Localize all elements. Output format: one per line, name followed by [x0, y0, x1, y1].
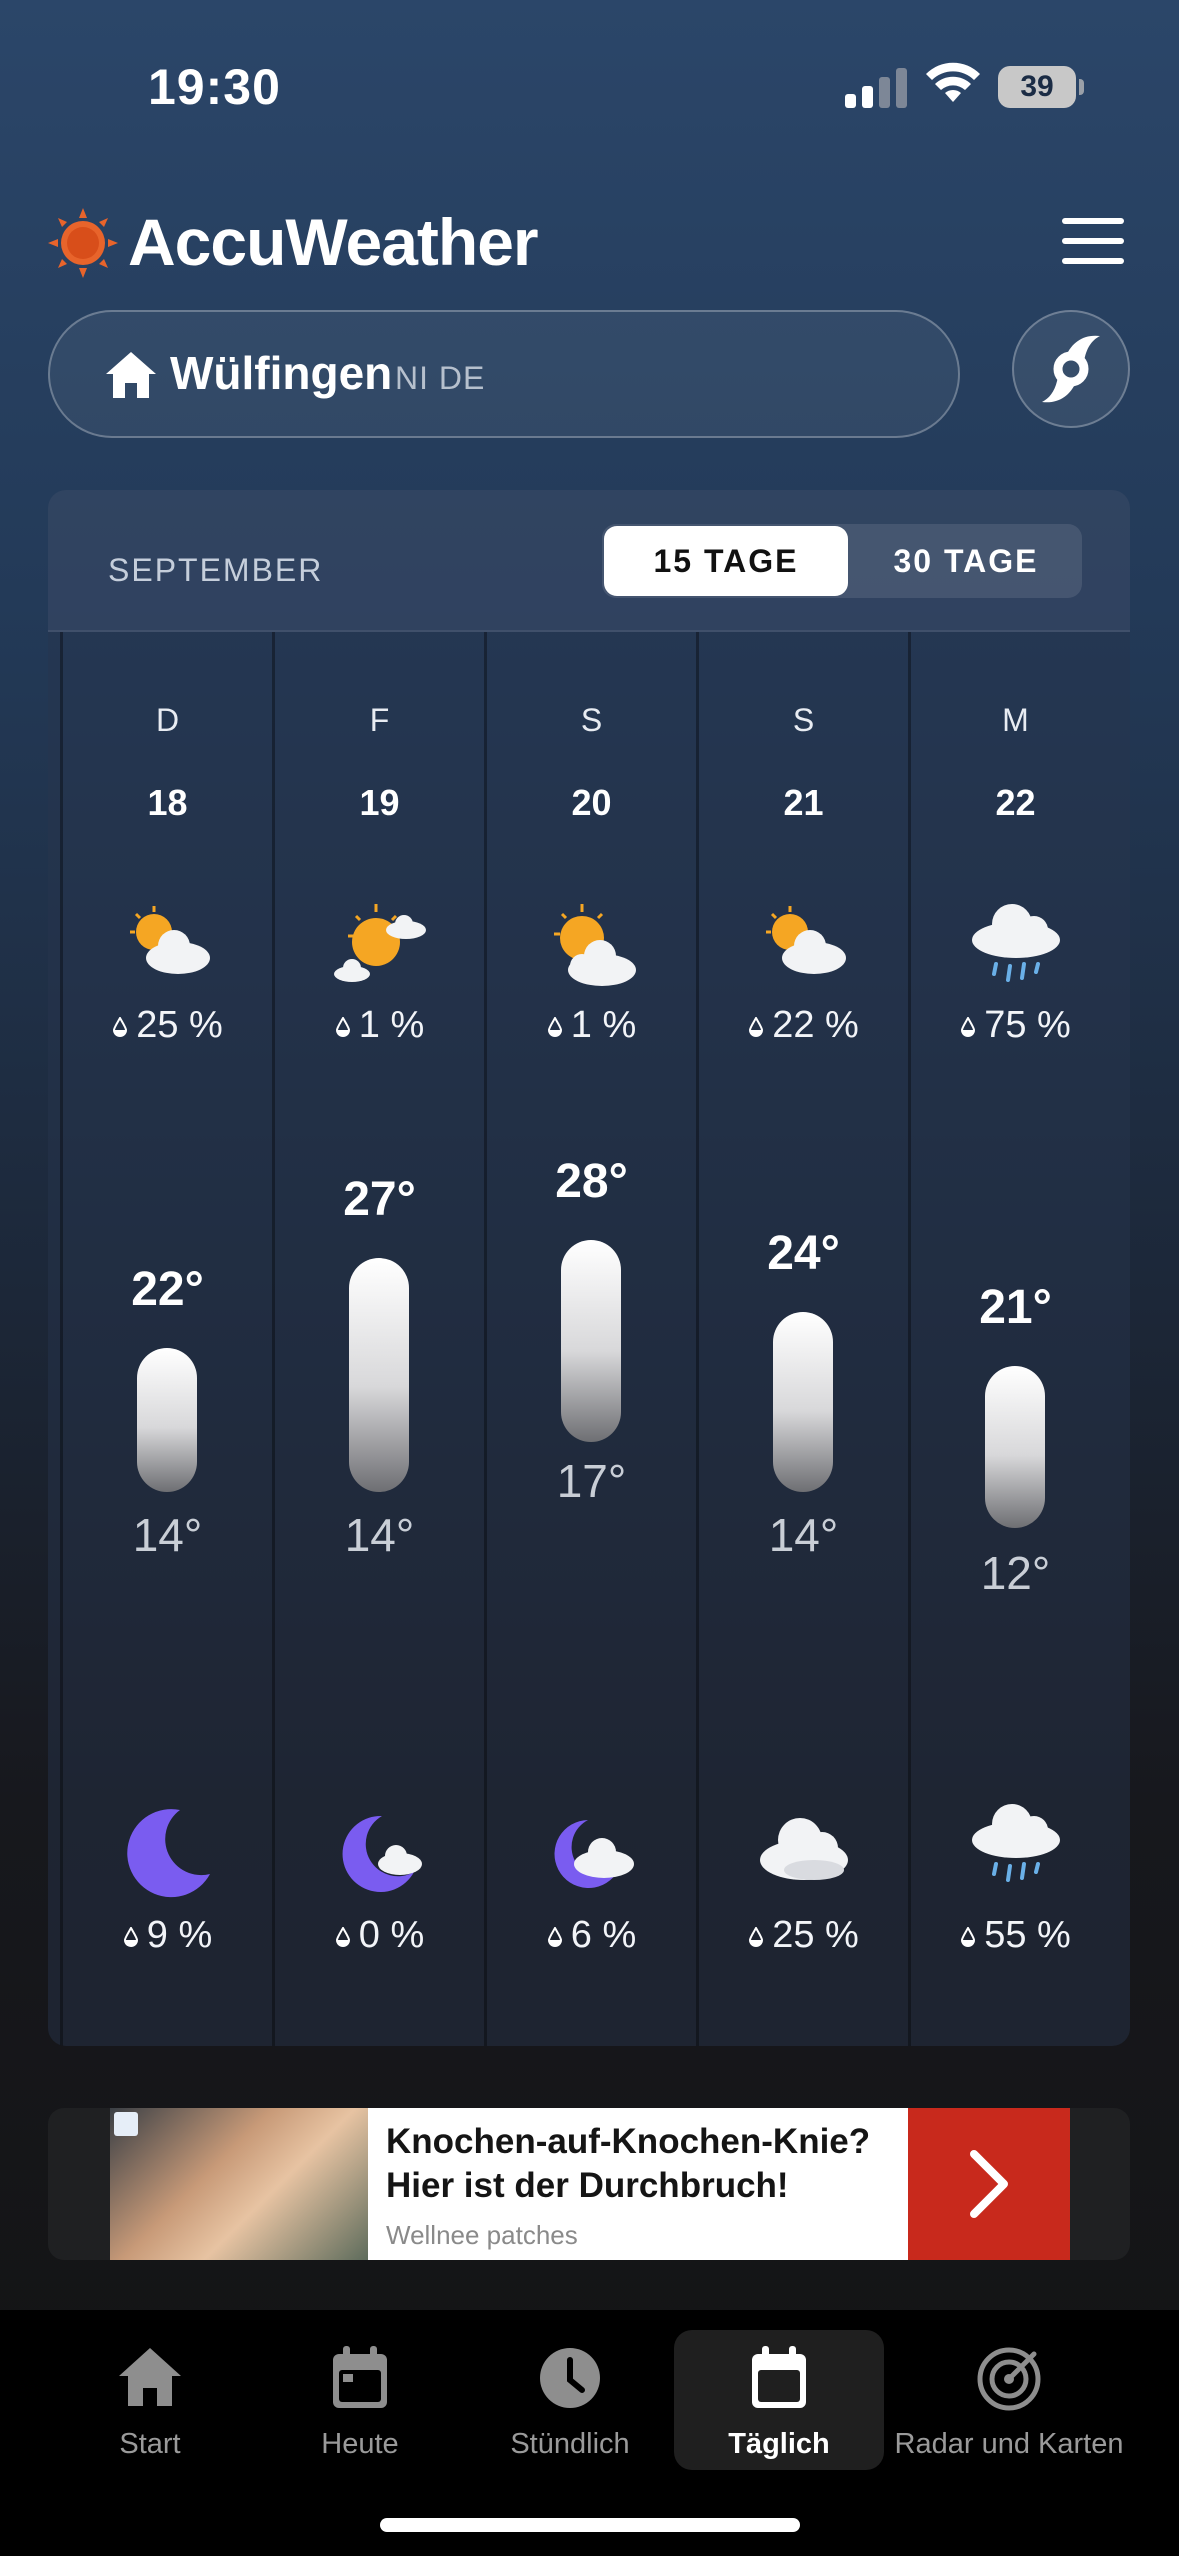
status-time: 19:30 — [148, 59, 281, 115]
low-temp: 14° — [768, 1509, 839, 1561]
temp-range-bar — [561, 1240, 621, 1442]
location-region: NI DE — [395, 360, 486, 396]
day-precip: 75 % — [911, 1004, 1120, 1047]
night-precip: 9 % — [63, 1914, 272, 1957]
night-precip: 55 % — [911, 1914, 1120, 1957]
temp-range-bar — [773, 1312, 833, 1492]
calendar-icon — [333, 2346, 387, 2408]
moon-cloud-icon — [275, 1802, 484, 1907]
partly-sunny-icon — [63, 902, 272, 987]
tab-label: Start — [119, 2428, 181, 2460]
temp-range-bar — [349, 1258, 409, 1492]
low-temp: 17° — [556, 1455, 627, 1507]
day-column[interactable]: M 22 75 % 21° 12° 55 % — [908, 632, 1120, 2046]
day-date: 21 — [783, 782, 824, 823]
range-option-15[interactable]: 15 TAGE — [604, 526, 848, 596]
sun-cloud-icon — [487, 902, 696, 997]
chevron-right-icon — [970, 2150, 1008, 2218]
night-precip: 6 % — [487, 1914, 696, 1957]
battery-tip — [1079, 79, 1084, 95]
day-of-week: M — [1002, 702, 1029, 738]
day-date: 18 — [147, 782, 188, 823]
moon-cloud-icon — [487, 1802, 696, 1907]
day-column[interactable]: S 20 1 % 28° 17° 6 % — [484, 632, 696, 2046]
wifi-icon — [926, 62, 980, 102]
night-precip: 25 % — [699, 1914, 908, 1957]
day-of-week: F — [369, 702, 390, 738]
day-column[interactable]: D 18 25 % 22° 14° 9 % — [60, 632, 272, 2046]
tab-label: Radar und Karten — [894, 2428, 1124, 2460]
day-of-week: S — [580, 702, 603, 738]
home-icon — [106, 352, 156, 398]
day-date: 19 — [359, 782, 400, 823]
day-column[interactable]: F 19 1 % 27° 14° 0 % — [272, 632, 484, 2046]
day-of-week: D — [155, 702, 180, 738]
tab-start[interactable]: Start — [70, 2330, 230, 2470]
moon-icon — [63, 1802, 272, 1907]
calendar-icon — [752, 2346, 806, 2408]
day-of-week: S — [792, 702, 815, 738]
tab-taeglich[interactable]: Täglich — [674, 2330, 884, 2470]
ad-choices-icon[interactable] — [114, 2112, 138, 2136]
hurricane-icon — [1042, 335, 1100, 403]
rain-icon — [911, 902, 1120, 997]
temp-range-bar — [137, 1348, 197, 1492]
high-temp: 22° — [131, 1263, 204, 1316]
hamburger-menu-icon[interactable] — [1062, 218, 1124, 268]
low-temp: 14° — [344, 1509, 415, 1561]
day-precip: 25 % — [63, 1004, 272, 1047]
day-date: 22 — [995, 782, 1036, 823]
high-temp: 24° — [767, 1227, 840, 1280]
tab-stuendlich[interactable]: Stündlich — [488, 2330, 652, 2470]
temp-range-bar — [985, 1366, 1045, 1528]
partly-sunny-icon — [699, 902, 908, 987]
low-temp: 14° — [132, 1509, 203, 1561]
high-temp: 28° — [555, 1155, 628, 1208]
night-precip: 0 % — [275, 1914, 484, 1957]
tab-radar[interactable]: Radar und Karten — [894, 2330, 1124, 2470]
ad-advertiser: Wellnee patches — [386, 2220, 578, 2250]
cellular-signal-icon — [845, 68, 907, 108]
day-precip: 1 % — [487, 1004, 696, 1047]
ad-image[interactable] — [110, 2108, 368, 2260]
range-option-30[interactable]: 30 TAGE — [850, 526, 1082, 596]
brand-logo-text: AccuWeather — [128, 205, 539, 279]
location-name: Wülfingen — [170, 347, 393, 399]
clock-icon — [540, 2348, 600, 2408]
day-precip: 22 % — [699, 1004, 908, 1047]
day-column[interactable]: S 21 22 % 24° 14° 25 % — [696, 632, 908, 2046]
high-temp: 21° — [979, 1281, 1052, 1334]
month-label: SEPTEMBER — [108, 552, 324, 588]
tab-label: Stündlich — [510, 2428, 630, 2460]
day-date: 20 — [571, 782, 612, 823]
mostly-sunny-icon — [275, 902, 484, 997]
tab-heute[interactable]: Heute — [280, 2330, 440, 2470]
home-icon — [119, 2348, 181, 2406]
home-indicator — [380, 2518, 800, 2532]
accuweather-sun-icon — [48, 208, 118, 278]
tab-label: Heute — [321, 2428, 399, 2460]
radar-icon — [977, 2347, 1041, 2411]
tab-label: Täglich — [728, 2428, 830, 2460]
cloudy-icon — [699, 1808, 908, 1893]
daily-forecast-card: SEPTEMBER 15 TAGE 30 TAGE D 18 25 % 22° … — [48, 490, 1130, 2046]
day-precip: 1 % — [275, 1004, 484, 1047]
hurricane-button[interactable] — [1012, 310, 1130, 428]
low-temp: 12° — [980, 1547, 1051, 1599]
ad-title[interactable]: Knochen-auf-Knochen-Knie? Hier ist der D… — [386, 2120, 906, 2208]
ad-cta-button[interactable] — [908, 2108, 1070, 2260]
high-temp: 27° — [343, 1173, 416, 1226]
rain-icon — [911, 1802, 1120, 1897]
battery-indicator: 39 — [998, 66, 1076, 108]
